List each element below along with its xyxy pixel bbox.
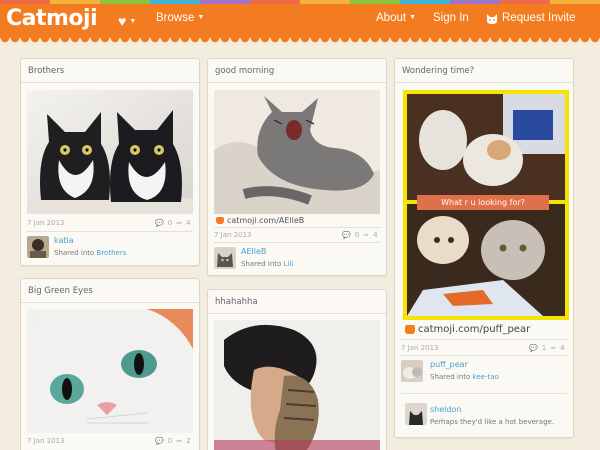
chevron-down-icon: ▼: [197, 14, 205, 21]
shared-into-text: Shared into Lili: [241, 260, 293, 268]
share-count: 2: [186, 437, 191, 445]
post-photo[interactable]: [214, 90, 380, 214]
comment-count: 0: [354, 231, 360, 239]
username-link[interactable]: AElleB: [241, 247, 266, 256]
rainbow-segment: [150, 0, 200, 4]
card-title: Wondering time?: [395, 59, 573, 83]
chevron-down-icon: ▼: [409, 14, 416, 21]
request-invite-label: Request Invite: [502, 12, 576, 24]
card-title: good morning: [208, 59, 386, 83]
source-url: catmoji.com/AElleB: [227, 216, 305, 225]
post-stats: 💬 0 ➦ 2: [155, 437, 191, 445]
catmoji-logo[interactable]: Catmoji: [6, 6, 98, 31]
shared-prefix: Shared into: [430, 373, 471, 381]
comment-count: 0: [167, 437, 173, 445]
cat-face-icon: [487, 13, 497, 24]
photo-caption: What r u looking for?: [417, 195, 549, 210]
card-title: Big Green Eyes: [21, 279, 199, 303]
shared-into-text: Shared into Brothers: [54, 249, 126, 257]
share-count: 4: [186, 219, 191, 227]
share-icon[interactable]: ➦: [176, 219, 182, 227]
rainbow-segment: [250, 0, 300, 4]
post-date: 7 Jan 2013: [27, 437, 65, 445]
post-card-brothers[interactable]: Brothers 7 Jan 2013 💬 0 ➦ 4 katia Shared…: [20, 58, 200, 266]
post-stats: 💬 1 ➦ 4: [529, 344, 565, 352]
browse-label: Browse: [156, 12, 195, 24]
rainbow-segment: [500, 0, 550, 4]
post-card-wondering-time[interactable]: Wondering time? What r u looking for? ca…: [394, 58, 574, 438]
cat-face-icon: [216, 217, 224, 224]
about-menu[interactable]: About ▼: [376, 12, 416, 24]
top-navigation-bar: Catmoji ♥ ▼ Browse ▼ About ▼ Sign In Reques…: [0, 0, 600, 38]
commenter-username[interactable]: sheldon: [430, 405, 461, 414]
post-card-good-morning[interactable]: good morning catmoji.com/AElleB 7 Jan 20…: [207, 58, 387, 276]
shared-prefix: Shared into: [241, 260, 282, 268]
rainbow-segment: [400, 0, 450, 4]
post-card-hhahahha[interactable]: hhahahha: [207, 289, 387, 450]
username-link[interactable]: katia: [54, 236, 74, 245]
divider: [401, 339, 567, 340]
rainbow-strip: [0, 0, 600, 4]
divider: [401, 393, 567, 394]
request-invite-link[interactable]: Request Invite: [486, 12, 576, 24]
post-photo[interactable]: [214, 320, 380, 450]
post-photo[interactable]: [27, 90, 193, 214]
rainbow-segment: [350, 0, 400, 4]
favorites-menu[interactable]: ♥ ▼: [118, 12, 137, 29]
commenter-avatar[interactable]: [405, 403, 427, 425]
avatar[interactable]: [27, 236, 49, 258]
chevron-down-icon: ▼: [129, 18, 137, 25]
collection-link[interactable]: Lili: [284, 260, 294, 268]
card-title: Brothers: [21, 59, 199, 83]
rainbow-segment: [450, 0, 500, 4]
source-link[interactable]: catmoji.com/AElleB: [216, 216, 304, 225]
rainbow-segment: [300, 0, 350, 4]
shared-prefix: Shared into: [54, 249, 95, 257]
divider: [27, 231, 193, 232]
rainbow-segment: [50, 0, 100, 4]
post-stats: 💬 0 ➦ 4: [155, 219, 191, 227]
share-icon[interactable]: ➦: [550, 344, 556, 352]
rainbow-segment: [100, 0, 150, 4]
comment-icon[interactable]: 💬: [155, 437, 164, 445]
share-count: 4: [560, 344, 565, 352]
comment-count: 1: [541, 344, 547, 352]
share-count: 4: [373, 231, 378, 239]
avatar[interactable]: [401, 360, 423, 382]
shared-into-text: Shared into kee-tao: [430, 373, 499, 381]
heart-icon: ♥: [118, 13, 127, 29]
post-stats: 💬 0 ➦ 4: [342, 231, 378, 239]
comment-icon[interactable]: 💬: [342, 231, 351, 239]
comment-icon[interactable]: 💬: [529, 344, 538, 352]
post-card-big-green-eyes[interactable]: Big Green Eyes 7 Jan 2013 💬 0 ➦ 2: [20, 278, 200, 450]
browse-menu[interactable]: Browse ▼: [156, 12, 204, 24]
username-link[interactable]: puff_pear: [430, 360, 468, 369]
share-icon[interactable]: ➦: [176, 437, 182, 445]
rainbow-segment: [550, 0, 600, 4]
card-title: hhahahha: [208, 290, 386, 314]
divider: [214, 227, 380, 228]
post-date: 7 Jan 2013: [214, 231, 252, 239]
collection-link[interactable]: Brothers: [97, 249, 127, 257]
post-date: 7 Jan 2013: [401, 344, 439, 352]
avatar[interactable]: [214, 247, 236, 269]
rainbow-segment: [0, 0, 50, 4]
divider: [214, 242, 380, 243]
post-date: 7 Jan 2013: [27, 219, 65, 227]
rainbow-segment: [200, 0, 250, 4]
comment-icon[interactable]: 💬: [155, 219, 164, 227]
post-photo[interactable]: What r u looking for?: [403, 90, 569, 320]
share-icon[interactable]: ➦: [363, 231, 369, 239]
comment-count: 0: [167, 219, 173, 227]
source-url: catmoji.com/puff_pear: [418, 324, 531, 335]
sign-in-link[interactable]: Sign In: [433, 12, 469, 24]
cat-face-icon: [405, 325, 415, 334]
post-photo[interactable]: [27, 309, 193, 433]
comment-text: Perhaps they'd like a hot beverage.: [430, 418, 555, 426]
collection-link[interactable]: kee-tao: [473, 373, 499, 381]
header-scallop-edge: [0, 38, 600, 44]
about-label: About: [376, 12, 407, 24]
source-link[interactable]: catmoji.com/puff_pear: [405, 324, 530, 335]
divider: [401, 355, 567, 356]
